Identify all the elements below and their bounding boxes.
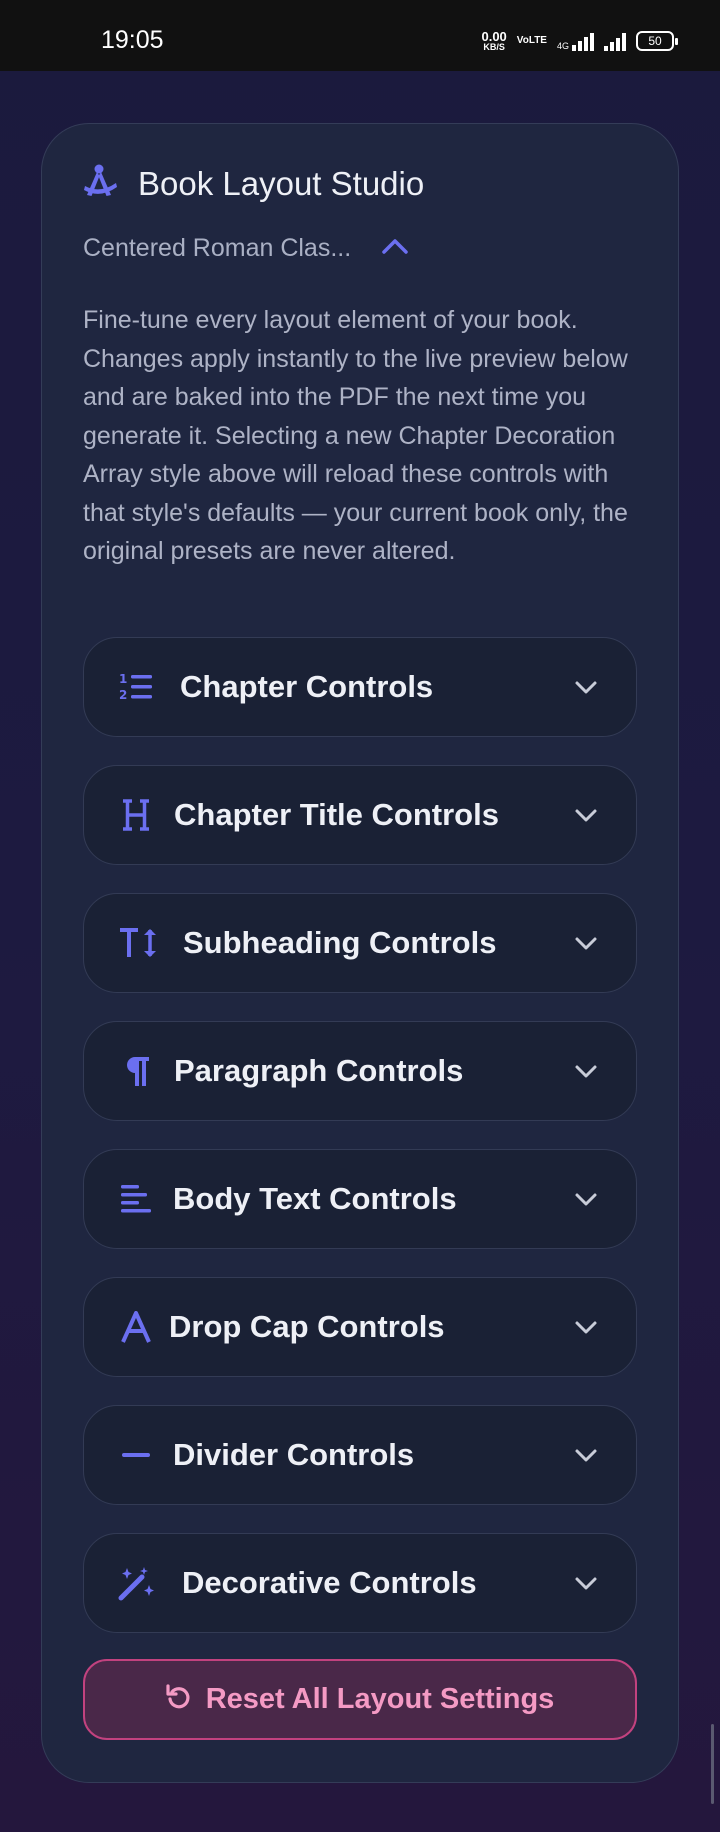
status-time: 19:05	[101, 26, 164, 54]
chevron-down-icon[interactable]	[572, 1057, 600, 1085]
section-label: Body Text Controls	[173, 1181, 457, 1216]
studio-description: Fine-tune every layout element of your b…	[83, 306, 628, 565]
chevron-down-icon[interactable]	[572, 1313, 600, 1341]
layout-studio-card: Book Layout Studio Centered Roman Clas..…	[41, 123, 679, 1783]
chevron-down-icon[interactable]	[572, 929, 600, 957]
reset-label: Reset All Layout Settings	[205, 1683, 555, 1715]
chevron-down-icon[interactable]	[572, 801, 600, 829]
section-label: Decorative Controls	[182, 1565, 477, 1600]
letter-a-icon	[118, 1309, 154, 1345]
net-speed-unit: KB/S	[483, 42, 505, 52]
section-label: Chapter Controls	[180, 669, 434, 704]
preset-name: Centered Roman Clas...	[83, 234, 352, 262]
mobile-data-signal-icon: 4G	[557, 31, 594, 51]
svg-text:1: 1	[119, 672, 127, 686]
scrollbar-thumb[interactable]	[711, 1724, 714, 1804]
section-paragraph-controls[interactable]: Paragraph Controls	[83, 1021, 637, 1121]
battery-level: 50	[648, 34, 662, 48]
list-ordered-icon: 1 2	[118, 669, 154, 705]
chevron-down-icon[interactable]	[572, 1185, 600, 1213]
align-left-icon	[118, 1181, 154, 1217]
svg-text:2: 2	[119, 688, 127, 702]
net-speed-indicator: 0.00 KB/S	[481, 30, 506, 52]
chevron-down-icon[interactable]	[572, 1441, 600, 1469]
section-divider-controls[interactable]: Divider Controls	[83, 1405, 637, 1505]
chevron-up-icon[interactable]	[381, 236, 409, 261]
section-body-text-controls[interactable]: Body Text Controls	[83, 1149, 637, 1249]
section-chapter-title-controls[interactable]: Chapter Title Controls	[83, 765, 637, 865]
chevron-down-icon[interactable]	[572, 673, 600, 701]
network-type: 4G	[556, 41, 569, 51]
section-label: Drop Cap Controls	[169, 1309, 445, 1344]
reset-all-button[interactable]: Reset All Layout Settings	[83, 1659, 637, 1740]
status-bar: 19:05 0.00 KB/S VoLTE 4G 50	[0, 0, 720, 71]
status-icons: 0.00 KB/S VoLTE 4G 50	[481, 30, 678, 52]
paragraph-icon	[118, 1053, 154, 1089]
compass-drafting-icon	[82, 162, 120, 205]
volte-icon: VoLTE	[516, 35, 547, 46]
heading-icon	[118, 797, 154, 833]
section-label: Divider Controls	[173, 1437, 415, 1472]
section-drop-cap-controls[interactable]: Drop Cap Controls	[83, 1277, 637, 1377]
text-height-icon	[118, 925, 160, 961]
undo-icon	[166, 1684, 192, 1715]
magic-wand-icon	[118, 1565, 156, 1601]
battery-icon: 50	[636, 31, 678, 51]
card-title: Book Layout Studio	[138, 164, 425, 202]
preset-selector[interactable]: Centered Roman Clas...	[83, 234, 409, 263]
section-label: Subheading Controls	[183, 925, 497, 960]
section-label: Chapter Title Controls	[174, 797, 499, 832]
section-chapter-controls[interactable]: 1 2 Chapter Controls	[83, 637, 637, 737]
section-subheading-controls[interactable]: Subheading Controls	[83, 893, 637, 993]
card-header: Book Layout Studio	[82, 162, 424, 205]
cell-signal-icon	[604, 31, 626, 51]
minus-icon	[118, 1437, 154, 1473]
section-label: Paragraph Controls	[174, 1053, 464, 1088]
chevron-down-icon[interactable]	[572, 1569, 600, 1597]
section-decorative-controls[interactable]: Decorative Controls	[83, 1533, 637, 1633]
